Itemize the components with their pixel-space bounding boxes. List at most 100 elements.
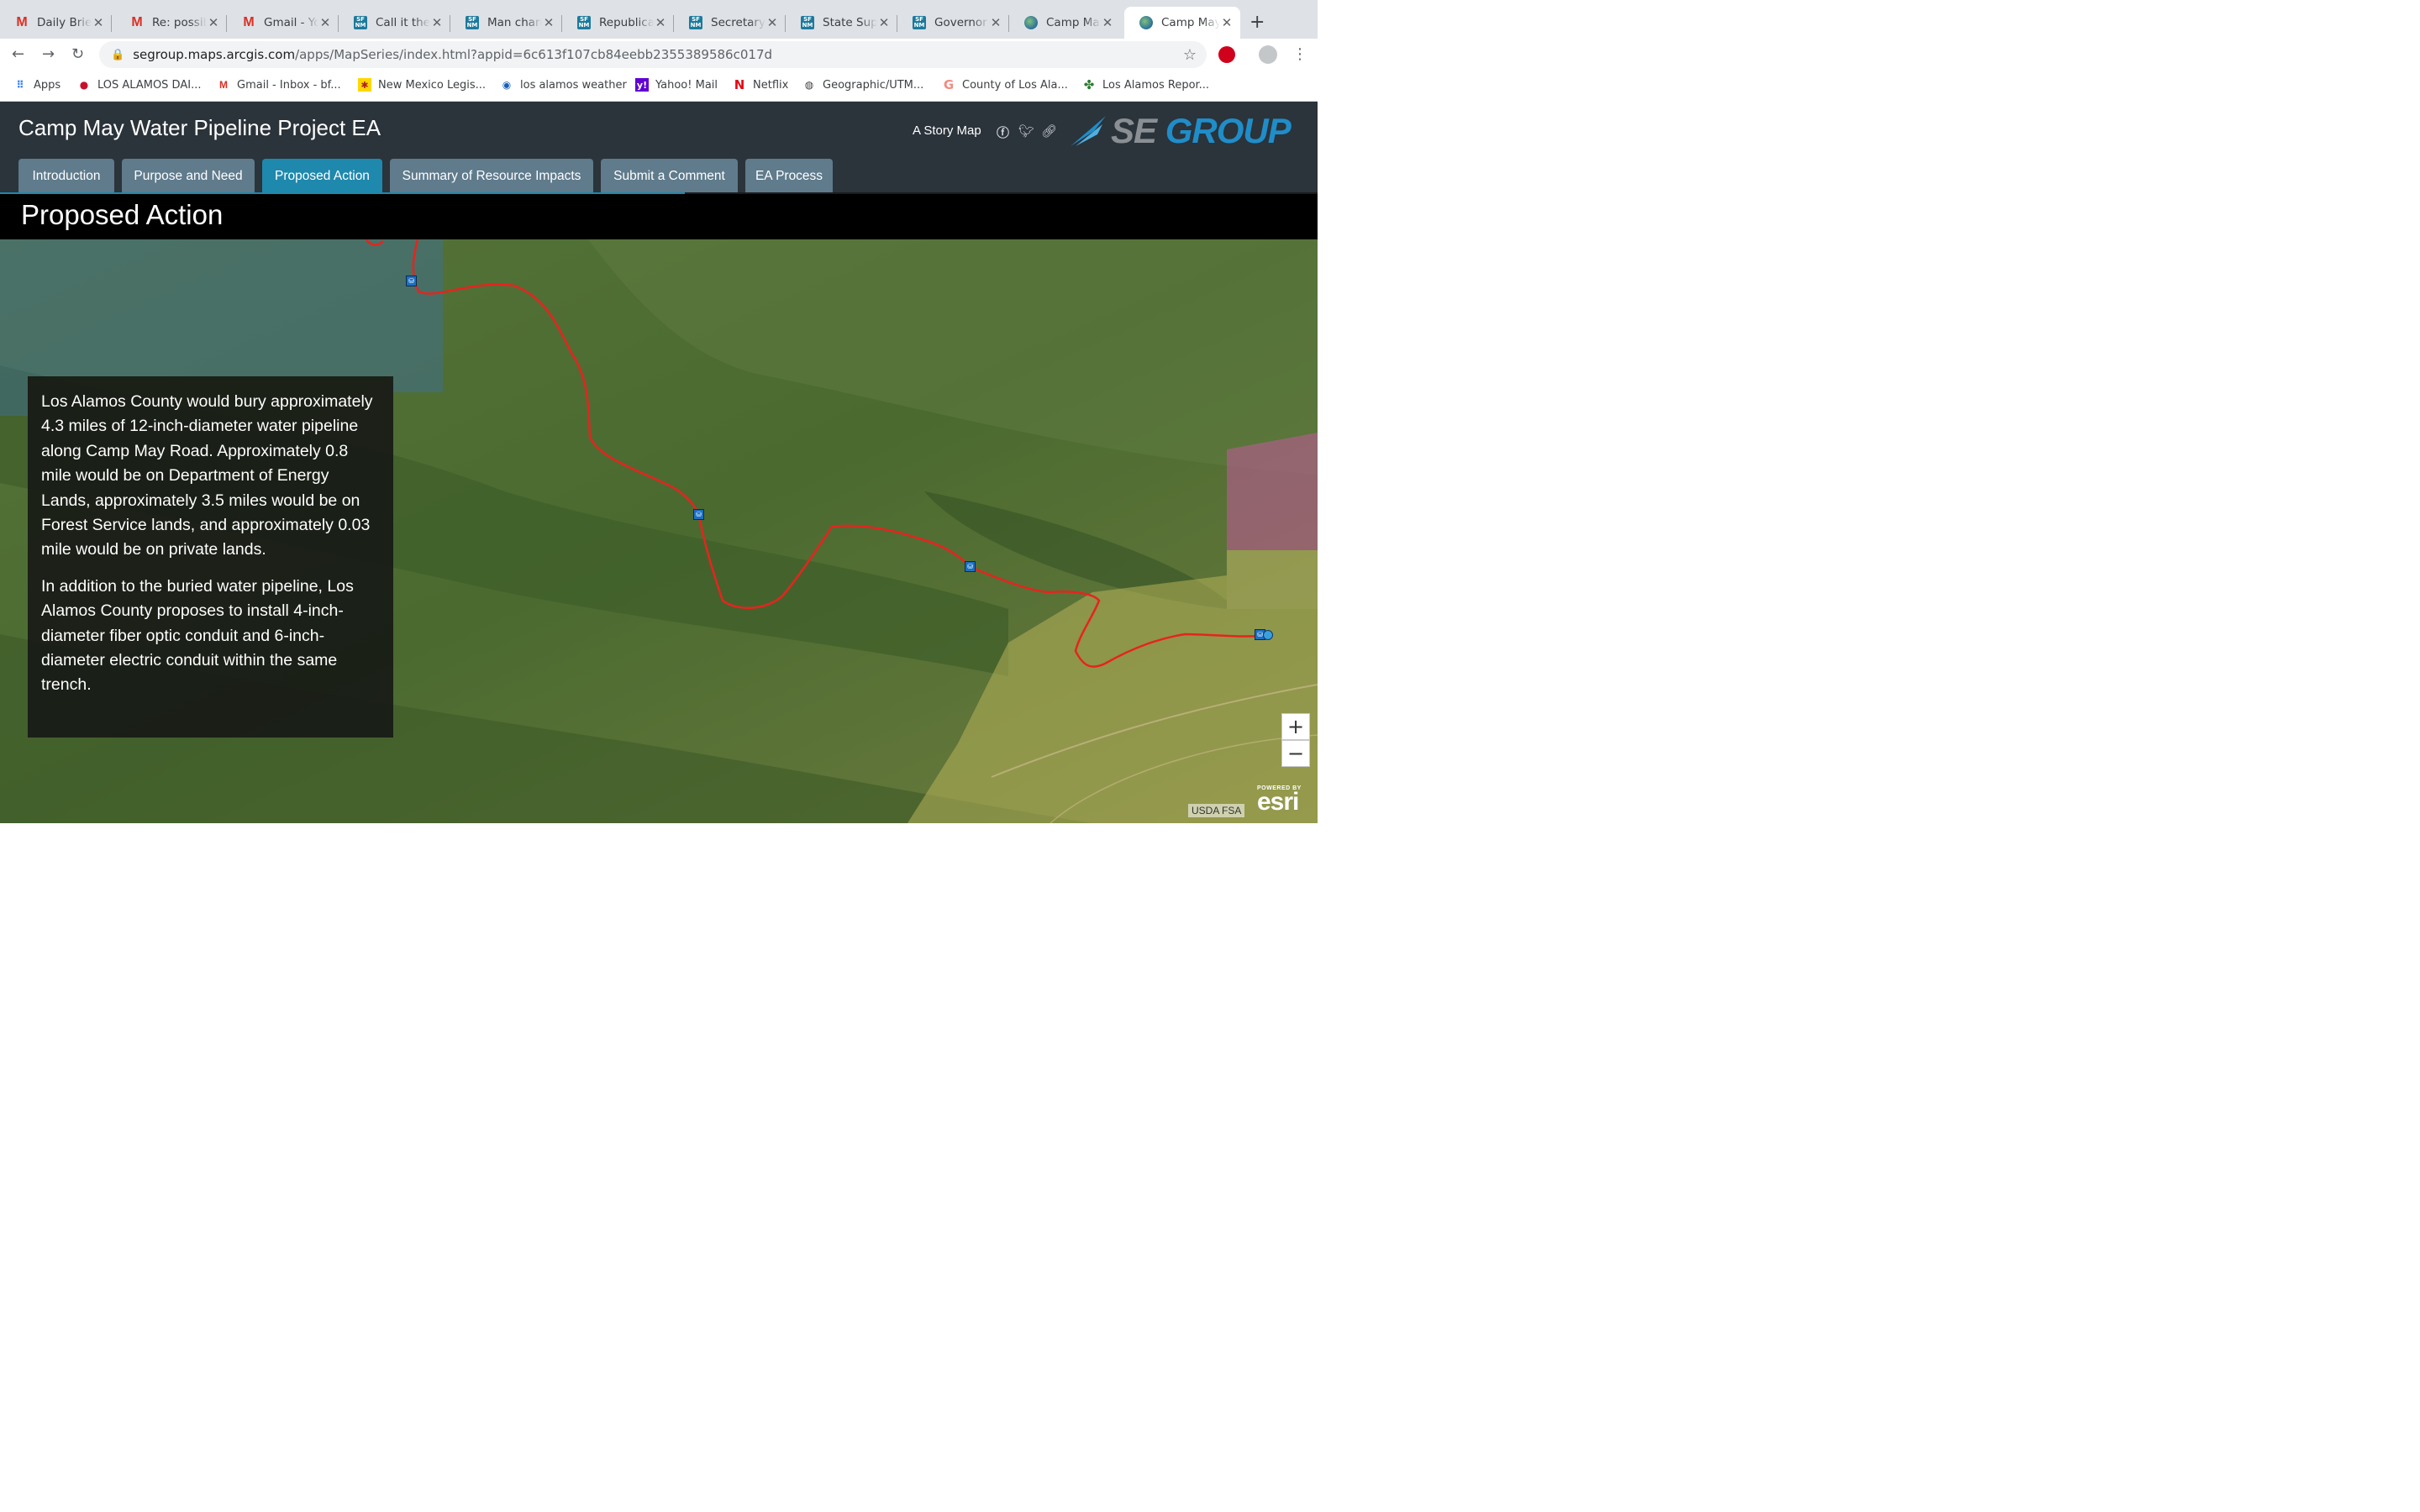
story-map-label[interactable]: A Story Map (913, 123, 981, 138)
close-icon[interactable]: ✕ (765, 15, 779, 30)
globe-icon (1139, 16, 1153, 29)
tab-ea-process[interactable]: EA Process (745, 159, 833, 193)
close-icon[interactable]: ✕ (207, 15, 220, 30)
bookmark-item[interactable]: M Gmail - Inbox - bf... (217, 78, 341, 92)
newspaper-icon: ● (79, 79, 89, 91)
bookmark-item[interactable]: ◉ los alamos weather (500, 78, 627, 92)
water-tank-icon[interactable]: ⛁ (965, 561, 976, 572)
clover-icon: ✤ (1083, 77, 1095, 92)
esri-logo[interactable]: POWERED BY esri (1257, 785, 1302, 815)
sfnm-icon: SF NM (913, 16, 926, 29)
tab-title: Camp May (1046, 16, 1101, 29)
bookmark-label: Yahoo! Mail (655, 78, 718, 92)
close-icon[interactable]: ✕ (542, 15, 555, 30)
close-icon[interactable]: ✕ (989, 15, 1002, 30)
close-icon[interactable]: ✕ (92, 15, 105, 30)
sfnm-icon: SF NM (354, 16, 367, 29)
bookmark-label: Gmail - Inbox - bf... (237, 78, 341, 92)
close-icon[interactable]: ✕ (430, 15, 444, 30)
water-tank-icon[interactable]: ⛁ (406, 276, 417, 286)
lock-icon: 🔒 (111, 48, 125, 61)
url-path: /apps/MapSeries/index.html?appid=6c613f1… (295, 47, 773, 62)
browser-tab[interactable]: Camp May ✕ (1009, 7, 1121, 39)
facebook-icon[interactable]: ⓕ (997, 123, 1009, 141)
close-icon[interactable]: ✕ (318, 15, 332, 30)
browser-tab[interactable]: M Re: possible ✕ (115, 7, 227, 39)
tab-proposed-action[interactable]: Proposed Action (262, 159, 382, 193)
section-header: Proposed Action (0, 194, 1318, 239)
water-tank-icon[interactable]: ⛁ (693, 509, 704, 520)
map-view[interactable]: ⛁ ⛁ ⛁ ⛁ Los Alamos County would bury app… (0, 239, 1318, 823)
back-icon[interactable]: ← (12, 45, 24, 63)
location-marker[interactable] (1263, 630, 1273, 640)
gmail-icon: M (219, 79, 228, 91)
bookmark-item[interactable]: ⠿ Apps (13, 78, 60, 92)
browser-tab[interactable]: SFNM Man charged ✕ (450, 7, 562, 39)
bookmark-item[interactable]: ● LOS ALAMOS DAI... (77, 78, 202, 92)
new-tab-button[interactable]: + (1249, 12, 1265, 33)
tab-introduction[interactable]: Introduction (18, 159, 114, 193)
browser-tab-bar: M Daily Briefing ✕ M Re: possible ✕ M Gm… (0, 0, 1318, 39)
forward-icon[interactable]: → (42, 45, 55, 63)
story-map-header: Camp May Water Pipeline Project EA A Sto… (0, 102, 1318, 193)
profile-avatar-icon[interactable] (1259, 45, 1277, 64)
close-icon[interactable]: ✕ (1220, 15, 1234, 30)
browser-tab[interactable]: M Gmail - Your ✕ (227, 7, 339, 39)
browser-tab[interactable]: SF NM Call it the ✕ (339, 7, 450, 39)
browser-tab[interactable]: SF NM Secretary ✕ (674, 7, 786, 39)
map-attribution[interactable]: USDA FSA (1188, 804, 1245, 817)
menu-icon[interactable]: ⋮ (1292, 45, 1307, 63)
page-title: Camp May Water Pipeline Project EA (18, 115, 381, 140)
browser-toolbar: ← → ↻ 🔒 segroup.maps.arcgis.com/apps/Map… (0, 39, 1318, 71)
tab-submit-a-comment[interactable]: Submit a Comment (601, 159, 738, 193)
tab-title: Republicans (599, 16, 654, 29)
zia-icon: ✱ (358, 78, 371, 92)
logo-text-se: SE (1111, 111, 1157, 150)
bookmark-label: New Mexico Legis... (378, 78, 487, 92)
bookmark-item[interactable]: G County of Los Ala... (942, 77, 1068, 92)
zoom-out-button[interactable]: − (1281, 740, 1310, 767)
browser-tab[interactable]: SF NM Governor ✕ (897, 7, 1009, 39)
bookmark-star-icon[interactable]: ☆ (1183, 46, 1197, 64)
bookmark-label: Netflix (753, 78, 789, 92)
bookmark-label: Los Alamos Repor... (1102, 78, 1210, 92)
extension-icon[interactable] (1218, 46, 1235, 63)
tab-title: Secretary (711, 16, 765, 29)
link-icon[interactable]: 🔗︎ (1041, 123, 1057, 139)
close-icon[interactable]: ✕ (1101, 15, 1114, 30)
narrative-panel: Los Alamos County would bury approximate… (28, 376, 393, 738)
browser-tab-active[interactable]: Camp May ✕ (1124, 7, 1240, 39)
globe-icon: ◍ (804, 79, 814, 91)
netflix-icon: N (734, 77, 745, 92)
tab-title: Daily Briefing (37, 16, 92, 29)
browser-tab[interactable]: M Daily Briefing ✕ (0, 7, 112, 39)
bookmark-item[interactable]: N Netflix (733, 77, 789, 92)
gmail-icon: M (243, 15, 255, 29)
bookmark-item[interactable]: ✤ Los Alamos Repor... (1082, 77, 1210, 92)
noaa-icon: ◉ (502, 79, 512, 91)
close-icon[interactable]: ✕ (654, 15, 667, 30)
bookmark-label: Apps (34, 78, 61, 92)
sfnm-icon: SF NM (801, 16, 814, 29)
twitter-icon[interactable]: 🐦︎ (1018, 123, 1034, 139)
county-icon: G (943, 77, 955, 92)
bookmark-item[interactable]: y! Yahoo! Mail (635, 78, 718, 92)
browser-tab[interactable]: SFNM Republicans ✕ (562, 7, 674, 39)
tab-title: Governor (934, 16, 987, 29)
bookmark-item[interactable]: ◍ Geographic/UTM... (802, 78, 924, 92)
yahoo-icon: y! (635, 78, 649, 92)
close-icon[interactable]: ✕ (877, 15, 891, 30)
apps-grid-icon: ⠿ (16, 79, 24, 91)
tab-purpose-and-need[interactable]: Purpose and Need (122, 159, 255, 193)
bookmark-label: Geographic/UTM... (823, 78, 924, 92)
tab-title: Re: possible (152, 16, 207, 29)
zoom-in-button[interactable]: + (1281, 713, 1310, 740)
address-bar[interactable]: 🔒 segroup.maps.arcgis.com/apps/MapSeries… (99, 41, 1207, 68)
reload-icon[interactable]: ↻ (71, 45, 84, 63)
browser-tab[interactable]: SFNM State Supreme ✕ (786, 7, 897, 39)
bookmarks-bar: ⠿ Apps ● LOS ALAMOS DAI... M Gmail - Inb… (0, 71, 1318, 102)
bookmark-item[interactable]: ✱ New Mexico Legis... (358, 78, 486, 92)
sfnm-icon: SF NM (577, 16, 591, 29)
tab-summary-of-resource-impacts[interactable]: Summary of Resource Impacts (390, 159, 593, 193)
se-group-logo[interactable]: SE GROUP (1069, 110, 1292, 152)
